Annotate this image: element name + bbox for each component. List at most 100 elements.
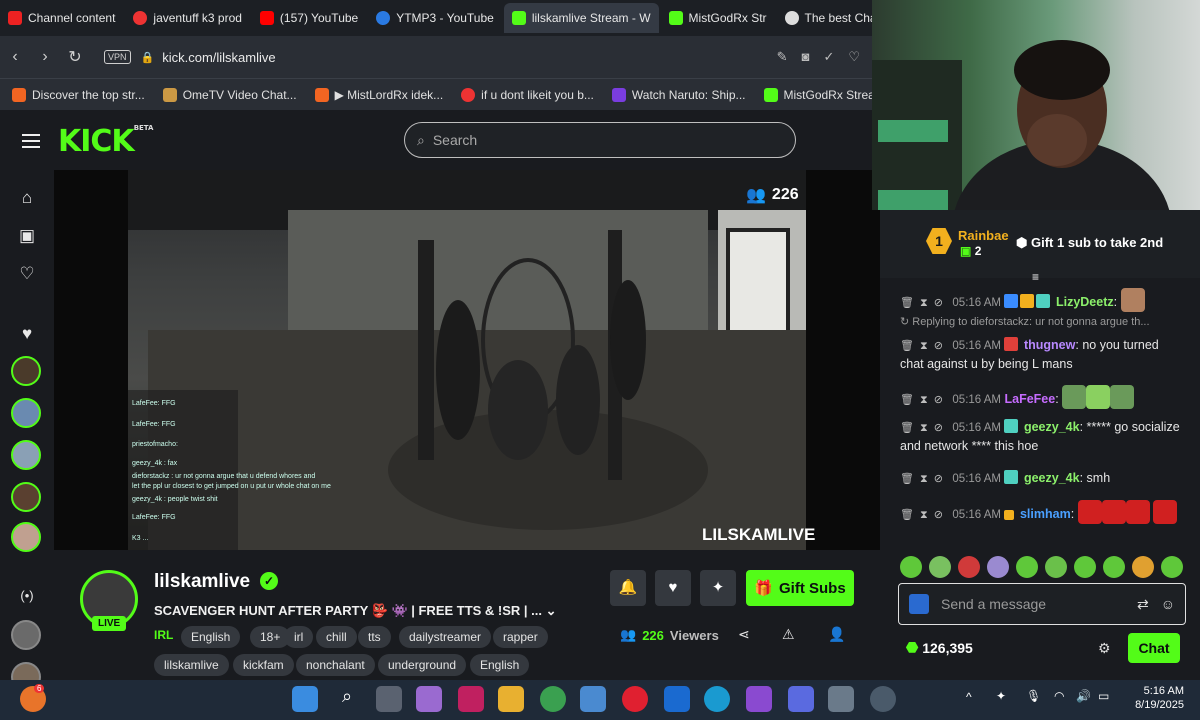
top-gifter-name[interactable]: Rainbae <box>958 228 1009 243</box>
forward-icon[interactable]: › <box>30 48 60 66</box>
edit-icon[interactable]: ✎ <box>777 49 788 65</box>
bookmark[interactable]: if u dont likeit you b... <box>461 87 594 102</box>
stream-tag[interactable]: English <box>181 626 241 648</box>
lock-icon[interactable]: 🔒 <box>141 51 155 64</box>
following-icon[interactable]: ♥ <box>16 324 38 344</box>
followed-channel-avatar[interactable] <box>11 482 41 512</box>
wifi-icon[interactable]: ◠ <box>1054 689 1064 703</box>
chat-settings-icon[interactable]: ⚙ <box>1098 640 1111 657</box>
delete-icon[interactable]: 🗑 <box>900 297 914 309</box>
emote-button[interactable] <box>1074 556 1096 578</box>
emote-button[interactable] <box>1161 556 1183 578</box>
outlook-icon[interactable] <box>664 686 690 712</box>
ban-icon[interactable]: ⊘ <box>934 509 943 521</box>
bookmark[interactable]: MistGodRx Stream -... <box>763 87 872 102</box>
report-icon[interactable]: ⚠ <box>782 626 795 643</box>
followed-channel-avatar[interactable] <box>11 356 41 386</box>
url-field[interactable]: kick.com/lilskamlive <box>162 50 275 65</box>
chevron-up-icon[interactable]: ^ <box>966 690 972 704</box>
following-heart-icon[interactable]: ♡ <box>16 264 38 284</box>
bookmark[interactable]: OmeTV Video Chat... <box>162 87 297 102</box>
video-app-icon[interactable] <box>746 686 772 712</box>
stream-tag[interactable]: dailystreamer <box>399 626 492 648</box>
emote-button[interactable] <box>958 556 980 578</box>
chat-username[interactable]: geezy_4k <box>1024 420 1080 434</box>
stream-tag[interactable]: chill <box>316 626 357 648</box>
microphone-icon[interactable]: 🎙 <box>1026 689 1041 703</box>
chat-input[interactable]: Send a message ⇄ ☺ <box>898 583 1186 625</box>
volume-icon[interactable]: 🔊 <box>1076 689 1091 703</box>
emote-button[interactable] <box>1016 556 1038 578</box>
chat-username[interactable]: LaFeFee <box>1004 392 1055 406</box>
recommended-channel-avatar[interactable] <box>11 620 41 650</box>
delete-icon[interactable]: 🗑 <box>900 473 914 485</box>
followed-channel-avatar[interactable] <box>11 522 41 552</box>
stream-tag[interactable]: rapper <box>493 626 548 648</box>
stream-category[interactable]: IRL <box>154 628 173 642</box>
chevron-down-icon[interactable]: ⌄ <box>546 603 557 618</box>
camera-app-icon[interactable] <box>828 686 854 712</box>
bookmark[interactable]: ▶ MistLordRx idek... <box>314 87 443 102</box>
emoji-icon[interactable]: ☺ <box>1161 596 1175 612</box>
pin-icon[interactable]: ≡ <box>1032 270 1039 284</box>
notification-bell-button[interactable]: 🔔 <box>610 570 646 606</box>
timeout-icon[interactable]: ⧗ <box>920 509 928 521</box>
shield-icon[interactable]: ✓ <box>823 49 834 65</box>
ban-icon[interactable]: ⊘ <box>934 340 943 352</box>
share-icon[interactable]: ⋖ <box>738 626 750 643</box>
gift-subs-button[interactable]: 🎁 Gift Subs <box>746 570 854 606</box>
chrome-icon[interactable] <box>540 686 566 712</box>
emote-button[interactable] <box>1045 556 1067 578</box>
delete-icon[interactable]: 🗑 <box>900 422 914 434</box>
search-taskbar-icon[interactable]: ⌕ <box>334 686 360 712</box>
channel-name[interactable]: lilskamlive <box>154 571 250 593</box>
emote-button[interactable] <box>1103 556 1125 578</box>
chat-username[interactable]: geezy_4k <box>1024 471 1080 485</box>
reload-icon[interactable]: ↻ <box>60 47 90 67</box>
followed-channel-avatar[interactable] <box>11 398 41 428</box>
reply-context[interactable]: ↻ Replying to dieforstackz: ur not gonna… <box>900 315 1150 328</box>
stream-tag[interactable]: English <box>470 654 530 676</box>
chat-username[interactable]: LizyDeetz <box>1056 295 1114 309</box>
browser-tab[interactable]: YTMP3 - YouTube <box>368 3 502 33</box>
timeout-icon[interactable]: ⧗ <box>920 297 928 309</box>
emote-button[interactable] <box>1132 556 1154 578</box>
ban-icon[interactable]: ⊘ <box>934 473 943 485</box>
kick-logo[interactable]: KICKBETA <box>58 124 153 159</box>
delete-icon[interactable]: 🗑 <box>900 394 914 406</box>
ban-icon[interactable]: ⊘ <box>934 394 943 406</box>
chat-username[interactable]: thugnew <box>1024 338 1075 352</box>
back-icon[interactable]: ‹ <box>0 48 30 66</box>
followed-channel-avatar[interactable] <box>11 440 41 470</box>
windows-start-icon[interactable] <box>292 686 318 712</box>
stream-tag[interactable]: lilskamlive <box>154 654 229 676</box>
sparkle-button[interactable]: ✦ <box>700 570 736 606</box>
timeout-icon[interactable]: ⧗ <box>920 422 928 434</box>
timeout-icon[interactable]: ⧗ <box>920 473 928 485</box>
translate-icon[interactable]: ⇄ <box>1137 596 1149 613</box>
stream-video[interactable] <box>128 170 806 550</box>
browser-tab[interactable]: javentuff k3 prod <box>125 3 250 33</box>
task-view-icon[interactable] <box>376 686 402 712</box>
emote-button[interactable] <box>900 556 922 578</box>
emote-button[interactable] <box>929 556 951 578</box>
timeout-icon[interactable]: ⧗ <box>920 340 928 352</box>
delete-icon[interactable]: 🗑 <box>900 340 914 352</box>
browser-tab[interactable]: Channel content <box>0 3 123 33</box>
channel-points[interactable]: ⬣ 126,395 <box>906 639 973 656</box>
vpn-badge[interactable]: VPN <box>104 50 131 64</box>
gift-cta[interactable]: ⬢ Gift 1 sub to take 2nd <box>1016 235 1163 251</box>
camera-icon[interactable]: ◙ <box>802 49 810 65</box>
file-explorer-icon[interactable] <box>498 686 524 712</box>
bookmark[interactable]: Discover the top str... <box>12 87 145 102</box>
chat-username[interactable]: slimham <box>1020 507 1071 521</box>
battery-icon[interactable]: ▭ <box>1098 689 1109 703</box>
opera-icon[interactable] <box>622 686 648 712</box>
stream-tag[interactable]: kickfam <box>233 654 294 676</box>
menu-icon[interactable] <box>22 134 40 152</box>
home-icon[interactable]: ⌂ <box>16 188 38 208</box>
stream-tag[interactable]: irl <box>284 626 314 648</box>
delete-icon[interactable]: 🗑 <box>900 509 914 521</box>
edge-icon[interactable] <box>704 686 730 712</box>
browser-tab[interactable]: (157) YouTube <box>252 3 366 33</box>
